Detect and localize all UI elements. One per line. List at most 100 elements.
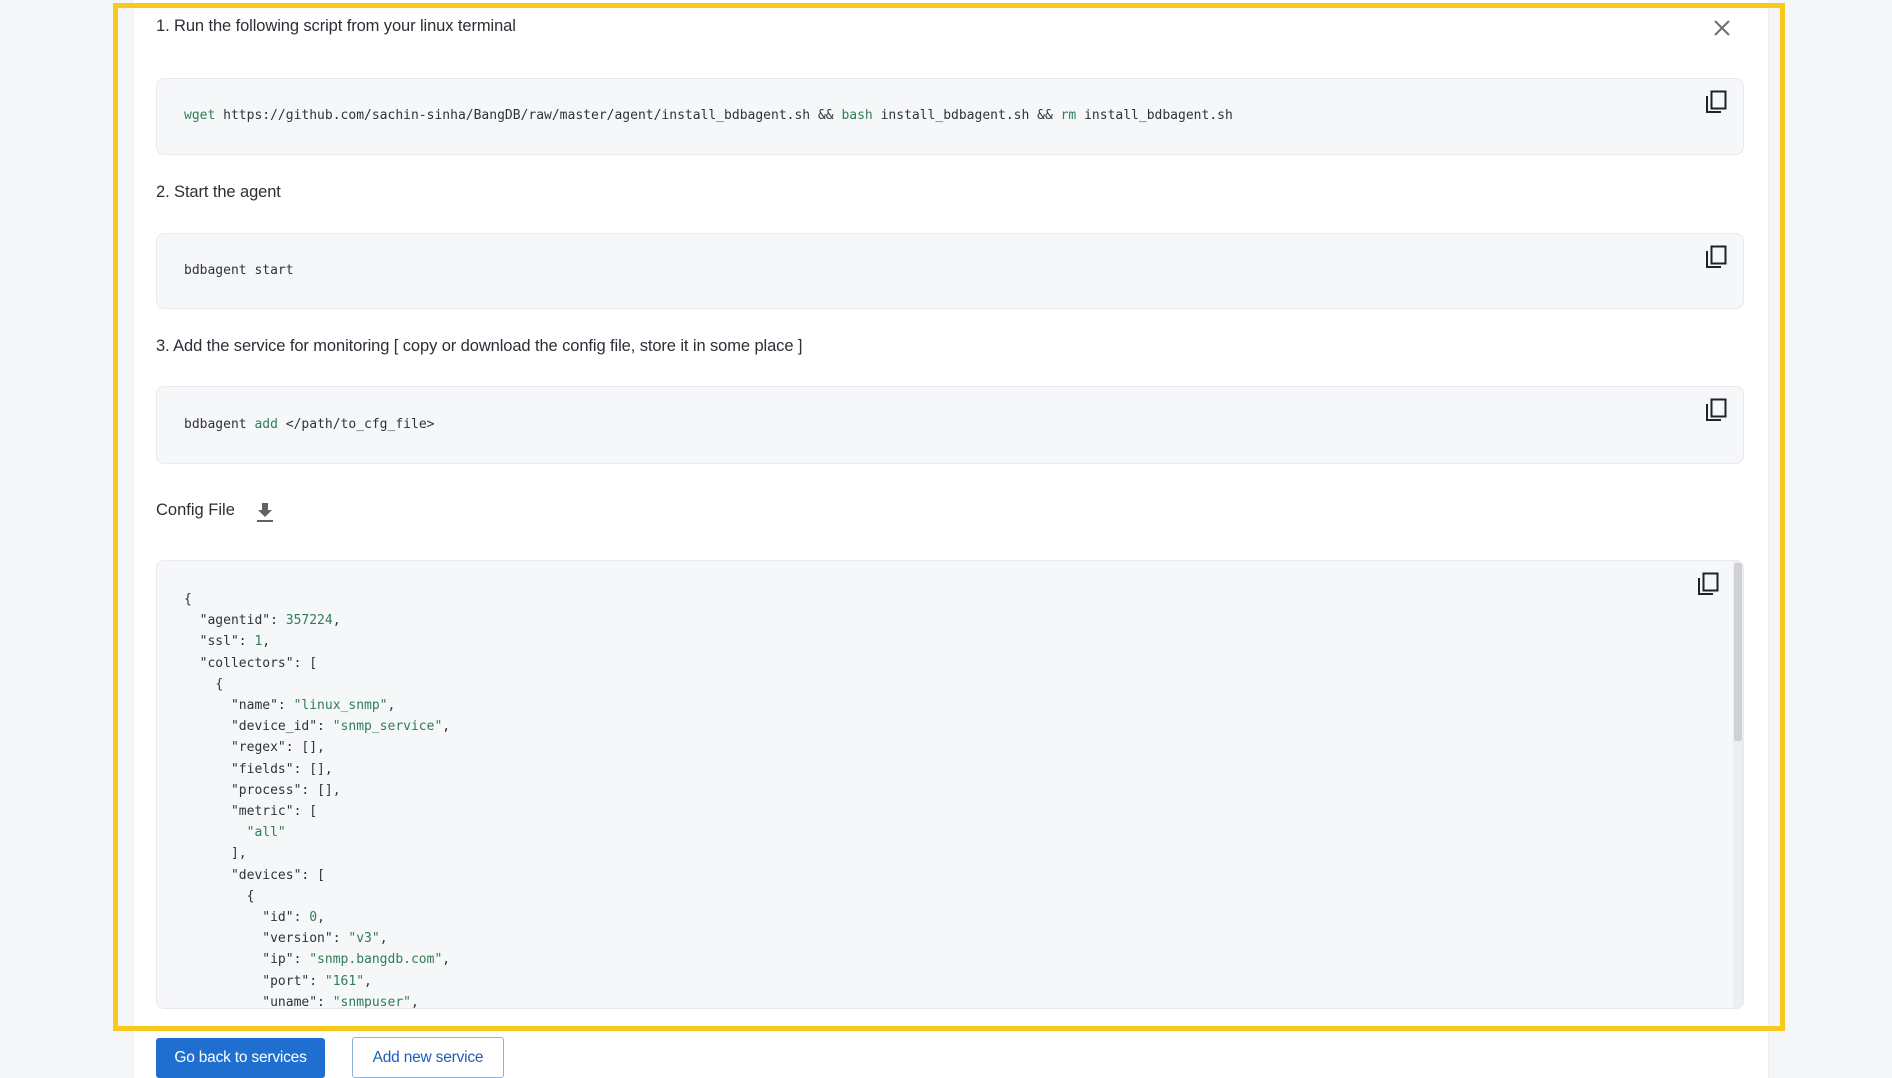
copy-icon: [1706, 398, 1727, 421]
config-line: "device_id": "snmp_service",: [184, 716, 450, 737]
config-key: "agentid":: [184, 613, 286, 629]
config-key: "fields":: [184, 761, 310, 777]
config-value: [],: [317, 782, 341, 798]
config-file-label: Config File: [156, 501, 235, 519]
copy-install-script-button[interactable]: [1703, 89, 1729, 115]
config-file-code-block[interactable]: { "agentid": 357224, "ssl": 1, "collecto…: [156, 560, 1744, 1009]
step-3-label: 3. Add the service for monitoring [ copy…: [156, 337, 803, 355]
config-line: "devices": [: [184, 865, 450, 886]
config-punct: ,: [332, 613, 341, 629]
config-value: "snmpuser": [332, 994, 411, 1009]
config-value: "linux_snmp": [293, 698, 388, 714]
config-key: "ssl":: [184, 634, 255, 650]
config-line: "all": [184, 822, 450, 843]
code-keyword: bash: [841, 108, 873, 123]
config-value: {: [215, 676, 224, 692]
close-button[interactable]: [1710, 16, 1734, 40]
copy-add-service-button[interactable]: [1703, 397, 1729, 423]
code-keyword: wget: [184, 108, 216, 123]
config-line: "ip": "snmp.bangdb.com",: [184, 949, 450, 970]
config-line: ],: [184, 843, 450, 864]
config-scrollbar-thumb[interactable]: [1734, 563, 1742, 741]
config-key: "ip":: [184, 952, 310, 968]
config-value: "snmp_service": [332, 719, 443, 735]
code-keyword: rm: [1060, 108, 1077, 123]
config-line: "uname": "snmpuser",: [184, 992, 450, 1009]
config-punct: ,: [387, 698, 396, 714]
config-key: [184, 825, 247, 840]
config-value: "v3": [348, 931, 380, 947]
config-value: ],: [230, 846, 247, 862]
add-new-service-button[interactable]: Add new service: [352, 1037, 504, 1078]
config-scrollbar[interactable]: [1733, 561, 1743, 1008]
go-back-to-services-button[interactable]: Go back to services: [156, 1038, 325, 1078]
config-line: {: [184, 674, 450, 695]
config-value: {: [184, 592, 192, 607]
step-1-label: 1. Run the following script from your li…: [156, 17, 516, 35]
config-value: [],: [301, 740, 325, 756]
code-text: bdbagent: [184, 417, 255, 432]
config-line: {: [184, 886, 450, 907]
config-punct: ,: [411, 994, 419, 1009]
config-line: "id": 0,: [184, 907, 450, 928]
config-key: "process":: [184, 782, 318, 798]
config-value: 357224: [285, 613, 333, 629]
step-2-label: 2. Start the agent: [156, 183, 281, 201]
copy-config-button[interactable]: [1695, 571, 1721, 597]
code-text: install_bdbagent.sh: [1076, 108, 1233, 123]
code-text: install_bdbagent.sh &&: [872, 108, 1061, 123]
copy-icon: [1706, 90, 1727, 113]
download-config-button[interactable]: [254, 500, 276, 524]
config-value: [: [309, 804, 318, 820]
config-line: "collectors": [: [184, 653, 450, 674]
config-key: [184, 889, 247, 904]
config-key: "devices":: [184, 867, 318, 883]
config-punct: ,: [442, 952, 451, 968]
config-punct: ,: [379, 931, 388, 947]
config-line: "name": "linux_snmp",: [184, 695, 450, 716]
config-value: 0: [309, 910, 318, 926]
config-value: {: [246, 888, 255, 904]
config-punct: ,: [442, 719, 451, 735]
config-line: "version": "v3",: [184, 928, 450, 949]
start-agent-code-block: bdbagent start: [156, 233, 1744, 309]
config-file-content: { "agentid": 357224, "ssl": 1, "collecto…: [184, 589, 450, 1009]
config-key: "metric":: [184, 804, 310, 820]
config-value: [],: [309, 761, 333, 777]
code-text: </path/to_cfg_file>: [277, 417, 435, 432]
config-value: "161": [324, 973, 365, 989]
close-icon: [1714, 20, 1730, 36]
code-text: https://github.com/sachin-sinha/BangDB/r…: [215, 108, 842, 123]
config-line: "regex": [],: [184, 737, 450, 758]
install-script-code-block: wget https://github.com/sachin-sinha/Ban…: [156, 78, 1744, 155]
config-key: "port":: [184, 973, 325, 989]
config-line: "fields": [],: [184, 759, 450, 780]
copy-icon: [1698, 572, 1719, 595]
config-key: "uname":: [184, 994, 333, 1009]
config-value: "snmp.bangdb.com": [309, 952, 443, 968]
config-key: "collectors":: [184, 655, 310, 671]
config-value: "all": [246, 825, 286, 841]
config-line: "ssl": 1,: [184, 631, 450, 652]
copy-icon: [1706, 245, 1727, 268]
config-line: {: [184, 589, 450, 610]
config-line: "port": "161",: [184, 971, 450, 992]
config-key: "name":: [184, 698, 294, 714]
config-key: [184, 846, 231, 861]
config-key: "regex":: [184, 740, 302, 756]
config-line: "process": [],: [184, 780, 450, 801]
config-key: "device_id":: [184, 719, 333, 735]
add-service-code-block: bdbagent add </path/to_cfg_file>: [156, 386, 1744, 464]
config-value: [: [317, 867, 325, 883]
copy-start-agent-button[interactable]: [1703, 244, 1729, 270]
config-line: "agentid": 357224,: [184, 610, 450, 631]
config-value: [: [309, 655, 318, 671]
start-agent-code: bdbagent start: [184, 263, 294, 278]
config-line: "metric": [: [184, 801, 450, 822]
config-key: "version":: [184, 931, 349, 947]
install-script-code: wget https://github.com/sachin-sinha/Ban…: [184, 108, 1233, 123]
config-punct: ,: [317, 910, 325, 926]
config-punct: ,: [364, 973, 372, 989]
add-service-code: bdbagent add </path/to_cfg_file>: [184, 417, 434, 432]
download-icon: [257, 503, 273, 522]
